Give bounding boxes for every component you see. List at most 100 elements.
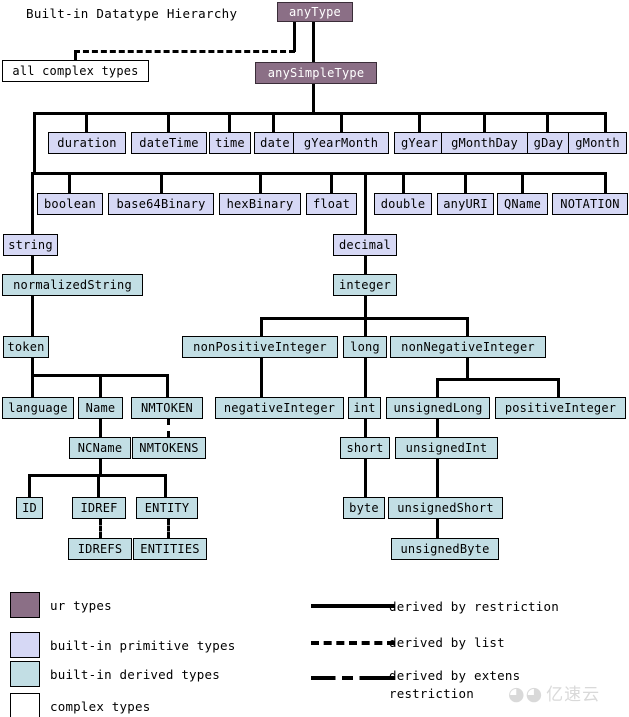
line-long-int	[364, 358, 367, 397]
tick-notation	[604, 172, 607, 193]
tick-float	[330, 172, 333, 193]
bus-primitives	[31, 172, 606, 175]
line-short-byte	[364, 459, 367, 497]
node-byte[interactable]: byte	[343, 497, 385, 519]
tick-anyuri	[464, 172, 467, 193]
node-decimal[interactable]: decimal	[333, 234, 397, 256]
legend-label-derived: built-in derived types	[50, 667, 220, 682]
watermark-text: 亿速云	[546, 685, 601, 705]
node-unsignedShort[interactable]: unsignedShort	[388, 497, 503, 519]
node-ENTITY[interactable]: ENTITY	[136, 497, 198, 519]
node-integer[interactable]: integer	[333, 274, 397, 296]
node-gDay[interactable]: gDay	[527, 132, 570, 154]
node-QName[interactable]: QName	[497, 193, 548, 215]
legend-line-label2-dashdot: restriction	[389, 686, 474, 701]
node-time[interactable]: time	[209, 132, 251, 154]
line-unsignedlong-unsignedint	[436, 419, 439, 437]
line-string-normalizedstring	[31, 256, 34, 274]
tick-time	[228, 112, 231, 132]
node-date[interactable]: date	[254, 132, 296, 154]
tick-gyear	[418, 112, 421, 132]
line-anytype-down-left	[293, 22, 296, 52]
node-unsignedLong[interactable]: unsignedLong	[386, 397, 490, 419]
tick-long	[364, 317, 367, 336]
node-ENTITIES[interactable]: ENTITIES	[133, 538, 207, 560]
tick-hexbinary	[259, 172, 262, 193]
node-language[interactable]: language	[2, 397, 74, 419]
tick-nonnegativeinteger	[466, 317, 469, 336]
node-unsignedInt[interactable]: unsignedInt	[395, 437, 498, 459]
node-string[interactable]: string	[3, 234, 58, 256]
node-gYearMonth[interactable]: gYearMonth	[293, 132, 389, 154]
node-int[interactable]: int	[348, 397, 381, 419]
legend-line-label-dashed: derived by list	[389, 635, 505, 650]
node-NMTOKENS[interactable]: NMTOKENS	[132, 437, 206, 459]
node-positiveInteger[interactable]: positiveInteger	[495, 397, 626, 419]
tick-nmtoken	[166, 374, 169, 397]
line-anytype-to-complex	[74, 50, 295, 53]
tick-name	[99, 374, 102, 397]
line-entity-entities	[167, 519, 170, 538]
node-IDREF[interactable]: IDREF	[72, 497, 126, 519]
node-long[interactable]: long	[343, 336, 387, 358]
node-unsignedByte[interactable]: unsignedByte	[391, 538, 499, 560]
node-double[interactable]: double	[374, 193, 432, 215]
node-token[interactable]: token	[3, 336, 49, 358]
tick-gmonthday	[483, 112, 486, 132]
legend-line-dashed	[311, 641, 395, 645]
spine-left-primitives	[33, 112, 36, 174]
legend-label-ur: ur types	[50, 598, 112, 613]
line-anysimpletype-down	[312, 84, 315, 113]
watermark-logo-icon: ◕◕	[508, 683, 544, 705]
node-base64Binary[interactable]: base64Binary	[108, 193, 214, 215]
node-anySimpleType[interactable]: anySimpleType	[255, 62, 377, 84]
node-gYear[interactable]: gYear	[394, 132, 445, 154]
legend-line-solid	[311, 604, 395, 608]
line-anytype-down-mid	[312, 22, 315, 62]
page-title: Built-in Datatype Hierarchy	[26, 6, 238, 21]
line-nonnegative-down	[466, 358, 469, 380]
node-boolean[interactable]: boolean	[37, 193, 103, 215]
node-gMonth[interactable]: gMonth	[568, 132, 627, 154]
tick-unsignedlong	[436, 378, 439, 397]
node-duration[interactable]: duration	[48, 132, 126, 154]
node-hexBinary[interactable]: hexBinary	[219, 193, 301, 215]
bus-datetime	[33, 112, 606, 115]
node-Name[interactable]: Name	[78, 397, 123, 419]
line-unsignedint-unsignedshort	[436, 459, 439, 497]
node-anyType[interactable]: anyType	[277, 2, 353, 22]
bus-nonnegative	[436, 378, 560, 381]
node-float[interactable]: float	[306, 193, 357, 215]
tick-language	[31, 374, 34, 397]
watermark: ◕◕ 亿速云	[508, 680, 600, 705]
line-to-decimal	[364, 172, 367, 234]
tick-date	[272, 112, 275, 132]
node-IDREFS[interactable]: IDREFS	[68, 538, 132, 560]
node-negativeInteger[interactable]: negativeInteger	[215, 397, 344, 419]
line-decimal-integer	[364, 256, 367, 274]
tick-idref	[97, 474, 100, 497]
node-NOTATION[interactable]: NOTATION	[552, 193, 628, 215]
legend-swatch-ur	[10, 592, 40, 618]
line-nmtoken-nmtokens	[167, 419, 170, 437]
node-dateTime[interactable]: dateTime	[131, 132, 207, 154]
tick-double	[402, 172, 405, 193]
line-integer-down	[364, 296, 367, 319]
node-nonPositiveInteger[interactable]: nonPositiveInteger	[182, 336, 338, 358]
legend-line-label-dashdot: derived by extens	[389, 668, 521, 683]
tick-base64binary	[160, 172, 163, 193]
node-short[interactable]: short	[340, 437, 390, 459]
node-NMTOKEN[interactable]: NMTOKEN	[131, 397, 203, 419]
node-ID[interactable]: ID	[16, 497, 43, 519]
tick-gyearmonth	[340, 112, 343, 132]
node-NCName[interactable]: NCName	[69, 437, 131, 459]
legend-line-dashdot	[311, 676, 395, 680]
tick-gday	[546, 112, 549, 132]
node-gMonthDay[interactable]: gMonthDay	[441, 132, 528, 154]
node-anyURI[interactable]: anyURI	[437, 193, 494, 215]
legend-swatch-complex	[10, 693, 40, 717]
node-normalizedString[interactable]: normalizedString	[2, 274, 143, 296]
node-allComplexTypes[interactable]: all complex types	[2, 60, 149, 82]
node-nonNegativeInteger[interactable]: nonNegativeInteger	[390, 336, 546, 358]
line-name-ncname	[99, 419, 102, 437]
